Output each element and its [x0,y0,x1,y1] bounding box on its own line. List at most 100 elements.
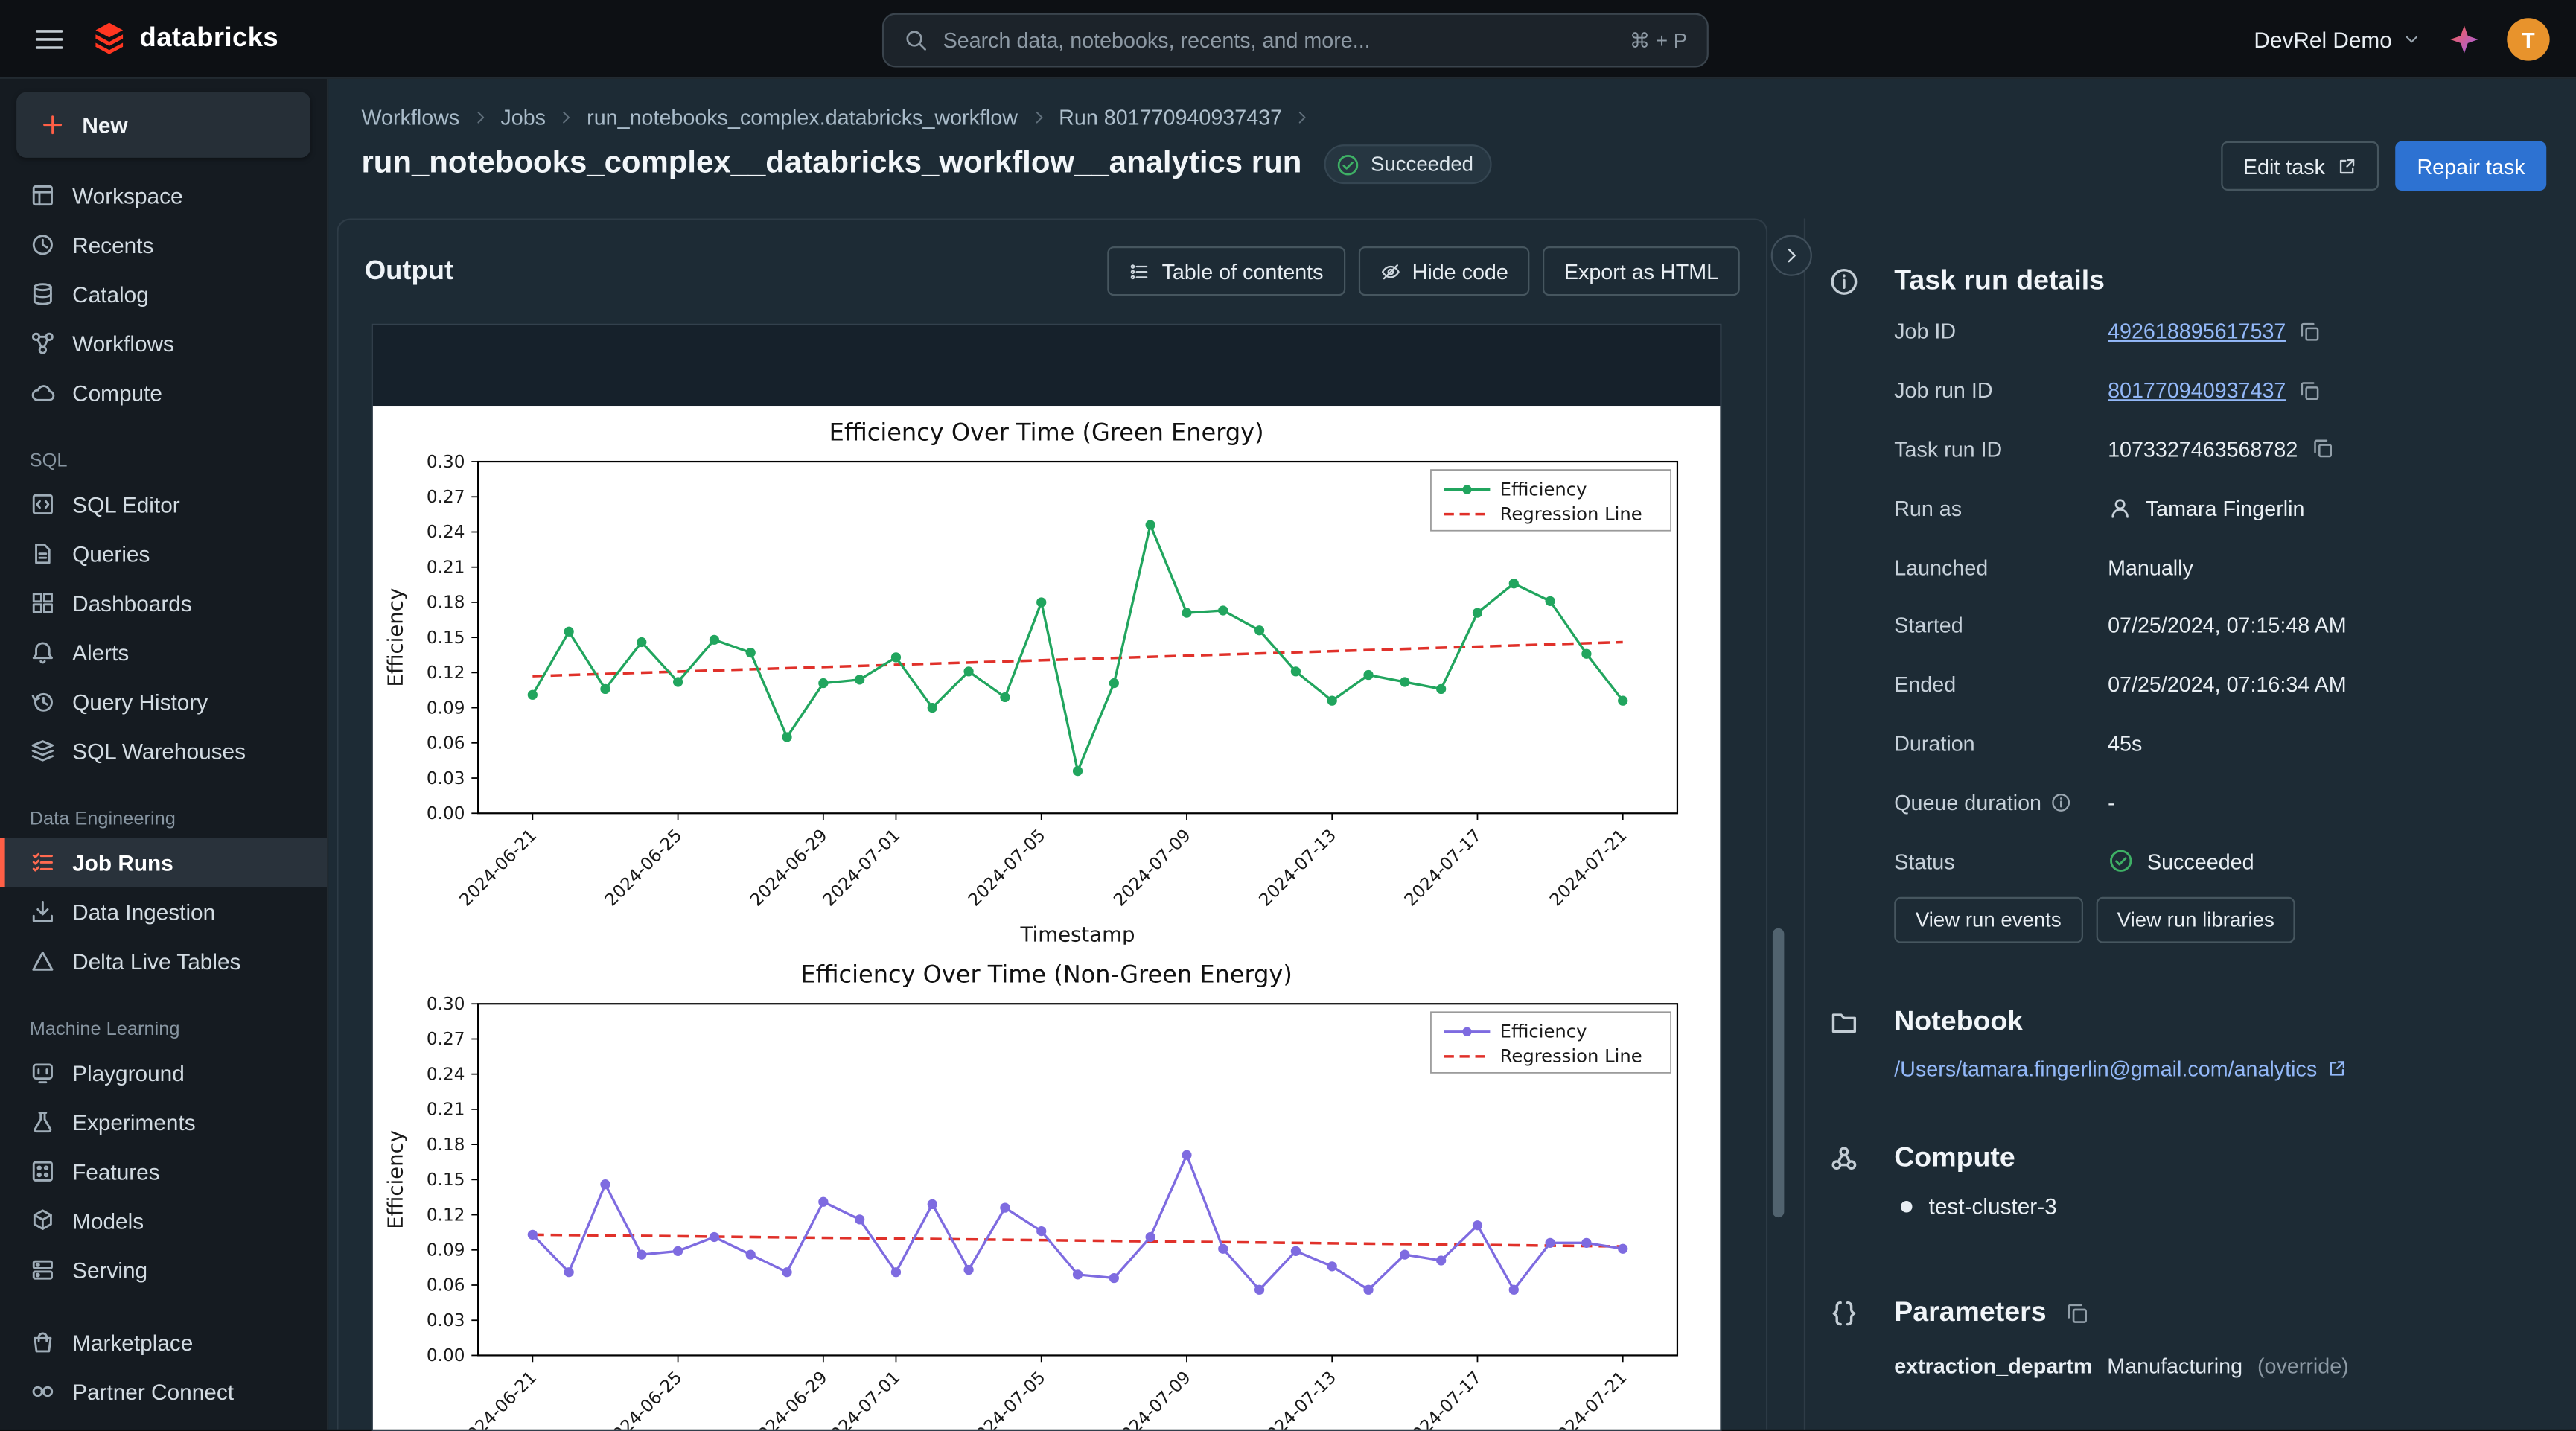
svg-text:0.24: 0.24 [427,1065,465,1084]
breadcrumb-run[interactable]: Run 801770940937437 [1059,105,1282,130]
sidebar-item-workflows[interactable]: Workflows [0,319,327,368]
workspace-selector[interactable]: DevRel Demo [2254,27,2421,51]
sidebar-item-compute[interactable]: Compute [0,368,327,417]
topbar: databricks ⌘ + P DevRel Demo T [0,0,2576,79]
svg-text:0.06: 0.06 [427,734,465,753]
sidebar-item-experiments[interactable]: Experiments [0,1097,327,1147]
partner-connect-icon [30,1378,56,1404]
svg-text:0.15: 0.15 [427,628,465,648]
breadcrumb: Workflows Jobs run_notebooks_complex.dat… [361,105,1311,130]
sidebar-item-marketplace[interactable]: Marketplace [0,1318,327,1367]
sidebar-item-queries[interactable]: Queries [0,529,327,579]
copy-icon[interactable] [2299,320,2322,343]
detail-row-job-id: Job ID492618895617537 [1894,302,2560,361]
databricks-logo[interactable]: databricks [92,19,279,57]
output-header: Output Table of contents Hide code Expor… [339,220,1767,322]
sidebar-item-sql-editor[interactable]: SQL Editor [0,479,327,529]
hide-code-button[interactable]: Hide code [1358,246,1530,296]
sidebar-item-delta-live-tables[interactable]: Delta Live Tables [0,937,327,986]
detail-label: Duration [1894,731,2108,756]
cluster-name[interactable]: test-cluster-3 [1929,1194,2057,1219]
dashboards-icon [30,590,56,616]
sidebar-item-features[interactable]: Features [0,1147,327,1196]
external-link-icon[interactable] [2327,1058,2348,1080]
info-icon[interactable] [2050,791,2071,813]
job-runs-icon [30,850,56,876]
sidebar-item-workspace[interactable]: Workspace [0,170,327,220]
notebook-path-link[interactable]: /Users/tamara.fingerlin@gmail.com/analyt… [1894,1056,2317,1081]
sidebar-item-dashboards[interactable]: Dashboards [0,579,327,628]
search-input[interactable] [943,28,1615,53]
sidebar-item-data-ingestion[interactable]: Data Ingestion [0,887,327,937]
parameters-heading-row: Parameters [1805,1293,2089,1333]
detail-value-link[interactable]: 492618895617537 [2108,319,2286,344]
sidebar-item-partner-connect[interactable]: Partner Connect [0,1367,327,1416]
breadcrumb-job[interactable]: run_notebooks_complex.databricks_workflo… [587,105,1018,130]
detail-value-text: Succeeded [2147,849,2254,873]
svg-text:Efficiency: Efficiency [1500,1020,1587,1042]
svg-text:0.06: 0.06 [427,1276,465,1295]
sidebar-item-serving[interactable]: Serving [0,1246,327,1295]
delta-live-tables-icon [30,948,56,974]
repair-task-button[interactable]: Repair task [2396,141,2546,191]
view-run-libraries-button[interactable]: View run libraries [2096,897,2295,943]
detail-row-duration: Duration45s [1894,714,2560,773]
new-button[interactable]: New [16,92,310,158]
detail-row-task-run-id: Task run ID1073327463568782 [1894,420,2560,479]
detail-value-link[interactable]: 801770940937437 [2108,378,2286,403]
external-link-icon [2336,156,2358,177]
chevron-down-icon [2402,30,2421,49]
chart-title: Efficiency Over Time (Non-Green Energy) [376,957,1717,994]
detail-label: Job ID [1894,319,2108,344]
sidebar-item-catalog[interactable]: Catalog [0,270,327,319]
run-action-buttons: View run events View run libraries [1894,897,2295,943]
table-of-contents-button[interactable]: Table of contents [1108,246,1345,296]
sidebar-item-sql-warehouses[interactable]: SQL Warehouses [0,726,327,775]
data-ingestion-icon [30,899,56,925]
output-panel: Output Table of contents Hide code Expor… [337,218,1767,1429]
global-search[interactable]: ⌘ + P [882,13,1709,68]
breadcrumb-workflows[interactable]: Workflows [361,105,459,130]
breadcrumb-jobs[interactable]: Jobs [500,105,546,130]
marketplace-icon [30,1329,56,1355]
detail-row-queue-duration: Queue duration- [1894,773,2560,832]
collapse-panel-button[interactable] [1771,235,1812,276]
user-avatar[interactable]: T [2507,18,2549,60]
notebook-output-frame: Efficiency Over Time (Green Energy)0.000… [372,324,1722,1431]
copy-icon[interactable] [2299,379,2322,402]
svg-text:0.18: 0.18 [427,593,465,613]
cluster-icon [1829,1143,1860,1174]
hamburger-menu-icon[interactable] [33,22,66,55]
sidebar-item-recents[interactable]: Recents [0,220,327,270]
detail-label: Ended [1894,672,2108,697]
detail-row-run-as: Run asTamara Fingerlin [1894,479,2560,538]
sidebar-item-alerts[interactable]: Alerts [0,628,327,677]
svg-text:2024-07-17: 2024-07-17 [1401,1368,1486,1430]
svg-text:2024-06-21: 2024-06-21 [456,826,541,911]
parameters-heading: Parameters [1894,1296,2046,1329]
status-badge: Succeeded [1324,144,1491,184]
cluster-status-dot [1901,1201,1912,1212]
svg-text:0.27: 0.27 [427,1030,465,1049]
assistant-sparkle-icon[interactable] [2448,23,2481,56]
export-as-html-button[interactable]: Export as HTML [1543,246,1740,296]
parameter-override-note: (override) [2257,1354,2349,1378]
svg-text:2024-07-21: 2024-07-21 [1546,1368,1631,1430]
svg-text:2024-06-25: 2024-06-25 [602,1368,686,1430]
scrollbar-thumb[interactable] [1773,928,1784,1217]
detail-value-text: 1073327463568782 [2108,437,2298,462]
sidebar-item-query-history[interactable]: Query History [0,677,327,726]
view-run-events-button[interactable]: View run events [1894,897,2082,943]
svg-text:2024-07-13: 2024-07-13 [1256,826,1341,911]
svg-text:2024-07-09: 2024-07-09 [1110,826,1195,911]
sidebar-item-models[interactable]: Models [0,1196,327,1245]
check-circle-icon [1336,152,1361,176]
output-actions: Table of contents Hide code Export as HT… [1108,246,1740,296]
edit-task-button[interactable]: Edit task [2222,141,2379,191]
chart-title: Efficiency Over Time (Green Energy) [376,415,1717,452]
plus-icon [39,112,66,138]
sidebar-item-job-runs[interactable]: Job Runs [0,838,327,887]
copy-icon[interactable] [2311,438,2334,461]
sidebar-item-playground[interactable]: Playground [0,1048,327,1097]
copy-icon[interactable] [2065,1301,2089,1325]
